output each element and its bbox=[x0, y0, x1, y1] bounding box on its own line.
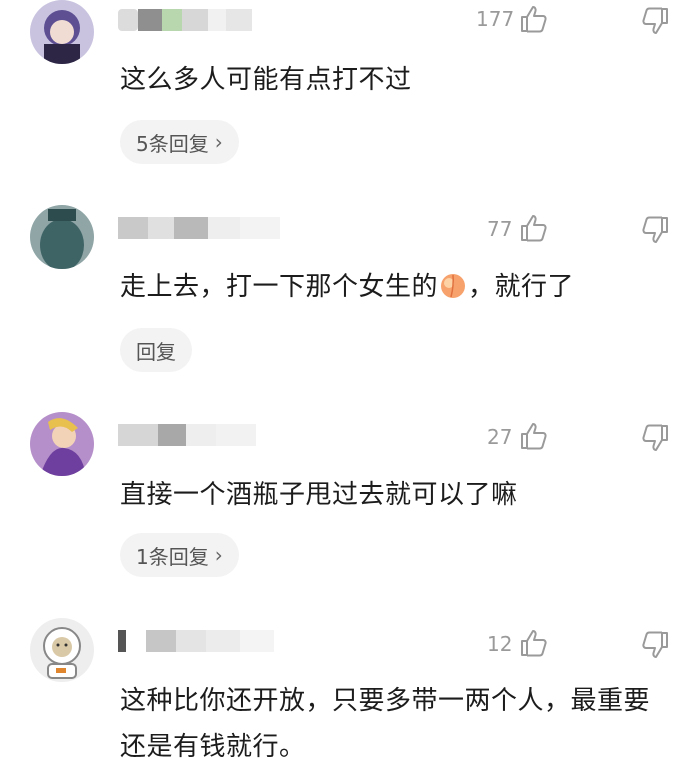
comment-text: 直接一个酒瓶子甩过去就可以了嘛 bbox=[120, 480, 518, 510]
reply-label: 5条回复 bbox=[136, 131, 209, 156]
reply-label: 回复 bbox=[136, 339, 176, 364]
avatar[interactable] bbox=[30, 0, 94, 64]
reply-label: 1条回复 bbox=[136, 544, 209, 569]
thumbs-up-icon[interactable] bbox=[519, 4, 549, 34]
comment-text-part: 走上去，打一下那个女生的 bbox=[120, 272, 439, 302]
reply-button[interactable]: 回复 bbox=[120, 328, 192, 372]
like-count: 77 bbox=[487, 217, 513, 241]
like-count: 12 bbox=[487, 632, 513, 656]
like-count: 177 bbox=[476, 7, 515, 31]
username-blurred[interactable] bbox=[118, 626, 328, 656]
thumbs-down-icon[interactable] bbox=[640, 215, 670, 245]
comment-item: 27 直接一个酒瓶子甩过去就可以了嘛 1条回复 › bbox=[0, 405, 700, 585]
like-count: 27 bbox=[487, 425, 513, 449]
username-blurred[interactable] bbox=[118, 5, 328, 35]
comment-text: 走上去，打一下那个女生的 ，就行了 bbox=[120, 264, 670, 310]
comment-text: 这种比你还开放，只要多带一两个人，最重要还是有钱就行。 bbox=[120, 686, 651, 760]
chevron-right-icon: › bbox=[214, 130, 223, 154]
comment-item: 12 这种比你还开放，只要多带一两个人，最重要还是有钱就行。 bbox=[0, 612, 700, 760]
comment-item: 177 这么多人可能有点打不过 5条回复 › bbox=[0, 0, 700, 175]
thumbs-down-icon[interactable] bbox=[640, 423, 670, 453]
peach-emoji bbox=[438, 269, 468, 299]
view-replies-button[interactable]: 1条回复 › bbox=[120, 533, 239, 577]
avatar[interactable] bbox=[30, 618, 94, 682]
thumbs-down-icon[interactable] bbox=[640, 6, 670, 36]
thumbs-up-icon[interactable] bbox=[519, 421, 549, 451]
thumbs-down-icon[interactable] bbox=[640, 630, 670, 660]
comment-text-part: ，就行了 bbox=[468, 272, 575, 302]
avatar[interactable] bbox=[30, 412, 94, 476]
thumbs-up-icon[interactable] bbox=[519, 213, 549, 243]
username-blurred[interactable] bbox=[118, 420, 328, 450]
comment-item: 77 走上去，打一下那个女生的 ，就行了 回复 bbox=[0, 200, 700, 380]
chevron-right-icon: › bbox=[214, 543, 223, 567]
thumbs-up-icon[interactable] bbox=[519, 628, 549, 658]
comment-text: 这么多人可能有点打不过 bbox=[120, 65, 412, 95]
avatar[interactable] bbox=[30, 205, 94, 269]
view-replies-button[interactable]: 5条回复 › bbox=[120, 120, 239, 164]
username-blurred[interactable] bbox=[118, 213, 328, 243]
